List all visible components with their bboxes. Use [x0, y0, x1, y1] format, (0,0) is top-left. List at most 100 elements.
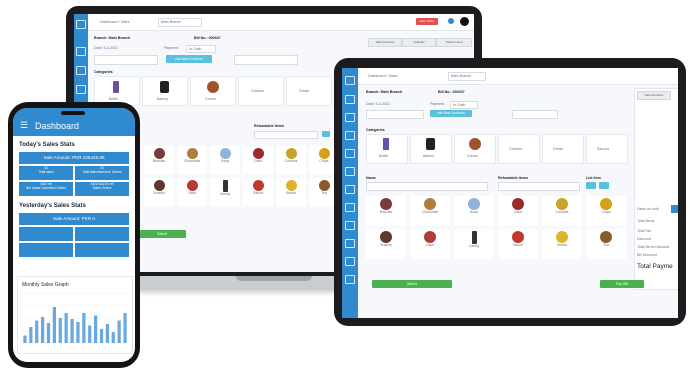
category-card[interactable]: Chicken: [238, 76, 284, 106]
branch-select[interactable]: Main Branch: [448, 72, 486, 81]
graph-bar: [23, 335, 27, 343]
categories-label: Categories: [366, 128, 385, 132]
product-image: [600, 198, 612, 210]
category-card[interactable]: Drinks: [286, 76, 332, 106]
add-customer-button[interactable]: Add New Customer: [430, 110, 472, 117]
add-customer-button[interactable]: Add New Customer: [166, 55, 212, 63]
product-tile[interactable]: Candy: [454, 229, 494, 259]
refundable-search-input[interactable]: [254, 131, 318, 139]
payment-select[interactable]: In Cash: [186, 45, 216, 53]
list-button[interactable]: [586, 182, 596, 189]
tab-quantity[interactable]: Quantity: [402, 38, 436, 47]
customer-search-input[interactable]: [366, 110, 424, 119]
menu-icon[interactable]: ☰: [20, 120, 28, 131]
yesterday-stat-cell: [19, 227, 73, 241]
product-search-input[interactable]: [512, 110, 558, 119]
tablet-topbar: Dashboard / Sales Main Branch: [358, 68, 678, 85]
select-button[interactable]: Select: [138, 230, 186, 238]
category-card[interactable]: Bakery: [410, 134, 452, 164]
main-order-button[interactable]: Main Order: [416, 18, 438, 25]
sidebar-customers-icon[interactable]: [345, 167, 355, 176]
yesterday-stat-cell: [19, 243, 73, 257]
product-search-input[interactable]: [234, 55, 298, 65]
sidebar-purchase-icon[interactable]: [345, 131, 355, 140]
graph-bar: [99, 329, 104, 343]
product-tile[interactable]: Snacks: [144, 178, 174, 206]
product-image: [219, 148, 231, 159]
select-button[interactable]: Select: [372, 280, 452, 288]
category-card[interactable]: Bakery: [142, 76, 188, 106]
sidebar-accounts-icon[interactable]: [345, 257, 355, 266]
notification-icon[interactable]: [448, 18, 454, 24]
sidebar-settings-icon[interactable]: [345, 275, 355, 284]
product-tile[interactable]: Candy: [210, 178, 240, 206]
product-tile[interactable]: Biscuits: [144, 146, 174, 174]
hold-toggle[interactable]: [671, 205, 678, 213]
today-stat-cell: 4422 ref Net Lease Cancelled Orders: [19, 182, 73, 196]
category-card[interactable]: Drinks: [542, 134, 584, 164]
product-tile[interactable]: Cookies: [276, 146, 306, 174]
product-tile[interactable]: Chocolate: [410, 196, 450, 226]
category-card[interactable]: Cream: [190, 76, 236, 106]
product-image: [285, 148, 297, 159]
product-tile[interactable]: Snacks: [366, 229, 406, 259]
branch-select[interactable]: Main Branch: [158, 18, 202, 27]
sidebar-inventory-icon[interactable]: [345, 149, 355, 158]
product-tile[interactable]: Sauce: [243, 178, 273, 206]
pay-bill-button[interactable]: Pay Bill: [600, 280, 644, 288]
sidebar-dashboard-icon[interactable]: [76, 47, 86, 56]
today-stat-cell: 4422 SALES ref Sales Orders: [75, 182, 129, 196]
product-tile[interactable]: Juice: [177, 178, 207, 206]
product-tile[interactable]: Cake: [498, 196, 538, 226]
product-tile[interactable]: Chocolate: [177, 146, 207, 174]
product-image: [153, 180, 165, 191]
avatar[interactable]: [460, 17, 469, 26]
sidebar-users-icon[interactable]: [345, 239, 355, 248]
tab-sale-products[interactable]: Sale Products: [637, 91, 671, 100]
sidebar-sales-icon[interactable]: [345, 113, 355, 122]
product-image: [252, 148, 264, 159]
total-tax: Total Tax: [637, 229, 652, 233]
customer-search-input[interactable]: [94, 55, 158, 65]
product-image: [468, 198, 480, 210]
sidebar-inventory-icon[interactable]: [76, 85, 86, 94]
today-stat-cell: 34 Total sales: [19, 166, 73, 180]
product-tile[interactable]: Cookies: [542, 196, 582, 226]
graph-bar: [111, 332, 115, 343]
category-card[interactable]: Chicken: [498, 134, 540, 164]
sidebar-suppliers-icon[interactable]: [345, 185, 355, 194]
sidebar-dashboard-icon[interactable]: [345, 95, 355, 104]
payment-select[interactable]: In Cash: [450, 101, 478, 109]
category-card[interactable]: Cream: [454, 134, 496, 164]
product-image: [318, 148, 330, 159]
product-tile[interactable]: Sauce: [498, 229, 538, 259]
category-card[interactable]: Sauces: [586, 134, 628, 164]
product-tile[interactable]: Soup: [210, 146, 240, 174]
category-card[interactable]: Bottle: [366, 134, 408, 164]
graph-bar: [40, 317, 45, 343]
graph-bar: [29, 327, 33, 343]
grid-button[interactable]: [599, 182, 609, 189]
refundable-search-input[interactable]: [498, 182, 580, 191]
sidebar-expenses-icon[interactable]: [345, 203, 355, 212]
product-tile[interactable]: Cake: [243, 146, 273, 174]
product-tile[interactable]: Bread: [276, 178, 306, 206]
tab-total-amount[interactable]: Total Amount: [436, 38, 472, 47]
product-tile[interactable]: Biscuits: [366, 196, 406, 226]
graph-bar: [76, 322, 80, 343]
product-tile[interactable]: Tea: [586, 229, 626, 259]
product-image: [424, 198, 436, 210]
product-tile[interactable]: Bread: [542, 229, 582, 259]
product-tile[interactable]: Chips: [586, 196, 626, 226]
phone-app-screen: ☰ Dashboard Today's Sales Stats Sale Amo…: [13, 108, 135, 362]
logo-icon: [345, 76, 355, 85]
sidebar-sales-icon[interactable]: [76, 66, 86, 75]
name-search-input[interactable]: [366, 182, 488, 191]
search-button[interactable]: [322, 131, 330, 137]
product-tile[interactable]: Soup: [454, 196, 494, 226]
product-tile[interactable]: Juice: [410, 229, 450, 259]
tab-sale-products[interactable]: Sale Products: [368, 38, 402, 47]
name-label: Name: [366, 176, 376, 180]
bottle-icon: [113, 81, 119, 93]
sidebar-reports-icon[interactable]: [345, 221, 355, 230]
